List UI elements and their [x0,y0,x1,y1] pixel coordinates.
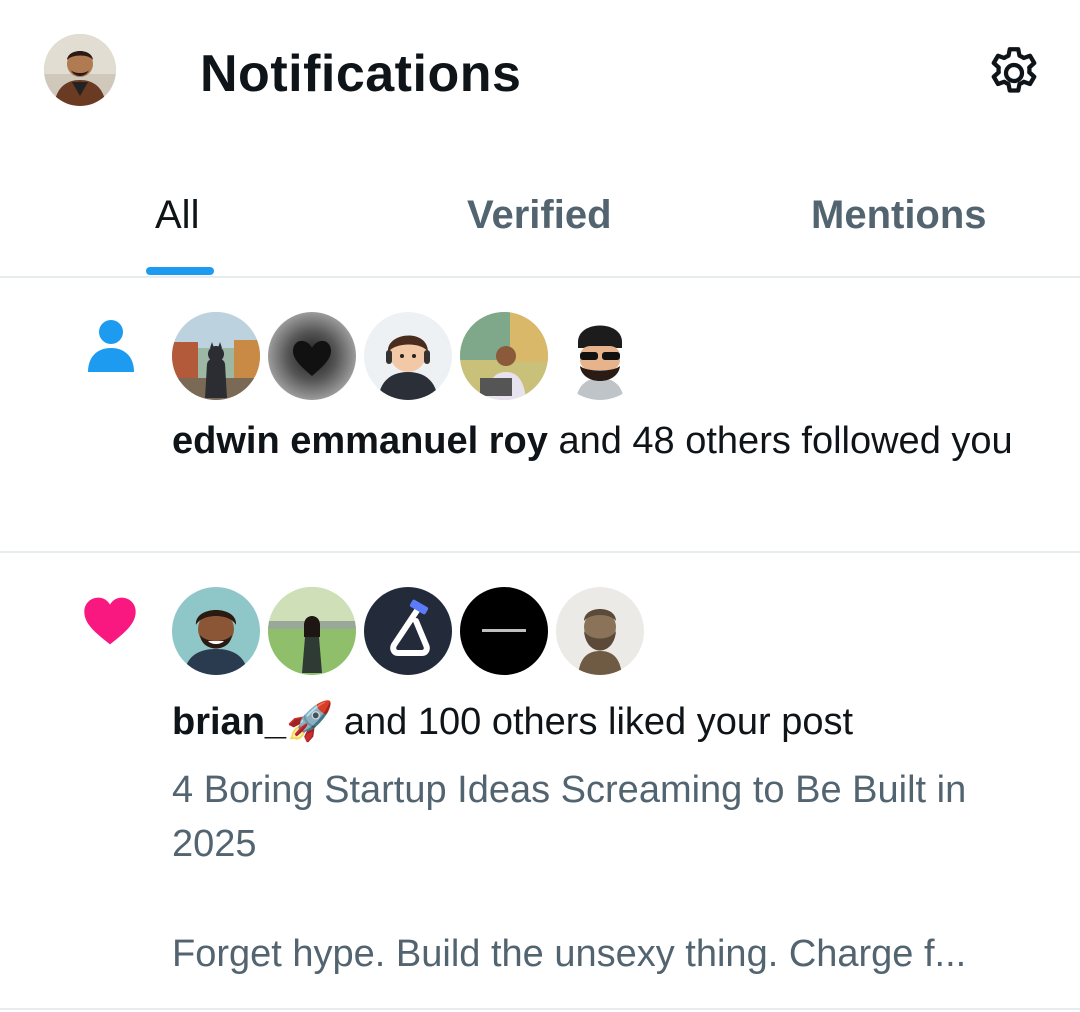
avatar[interactable] [460,312,548,400]
notification-divider [0,1008,1080,1010]
avatar[interactable] [556,312,644,400]
avatar[interactable] [268,312,356,400]
notification-text: brian_🚀 and 100 others liked your post [172,695,1042,749]
notification-tabs: All Verified Mentions [0,168,1080,278]
notification-follow[interactable]: edwin emmanuel roy and 48 others followe… [0,278,1080,552]
tab-mentions[interactable]: Mentions [811,190,987,240]
avatar[interactable] [364,312,452,400]
notification-text: edwin emmanuel roy and 48 others followe… [172,414,1042,468]
heart-icon [82,595,138,652]
actor-name[interactable]: edwin emmanuel roy [172,420,548,462]
avatar[interactable] [268,587,356,675]
post-excerpt[interactable]: Forget hype. Build the unsexy thing. Cha… [172,927,1052,981]
profile-avatar-image [44,34,116,106]
page-title: Notifications [200,45,522,103]
notification-like[interactable]: brian_🚀 and 100 others liked your post 4… [0,553,1080,1009]
post-title-line: 2025 [172,823,257,865]
post-title-line: 4 Boring Startup Ideas Screaming to Be B… [172,769,967,811]
tab-verified[interactable]: Verified [467,190,612,240]
post-title[interactable]: 4 Boring Startup Ideas Screaming to Be B… [172,763,1052,871]
notification-action: and 100 others liked your post [333,701,854,743]
person-icon [86,318,136,379]
gear-icon[interactable] [984,43,1044,103]
avatar[interactable] [556,587,644,675]
avatar[interactable] [172,587,260,675]
tab-all[interactable]: All [155,190,199,240]
actor-name[interactable]: brian_🚀 [172,701,333,743]
avatar[interactable] [364,587,452,675]
avatar[interactable] [172,312,260,400]
active-tab-indicator [146,267,214,275]
avatar[interactable] [460,587,548,675]
profile-avatar[interactable] [44,34,116,106]
top-bar: Notifications [0,0,1080,150]
notification-action: and 48 others followed you [547,420,1013,462]
